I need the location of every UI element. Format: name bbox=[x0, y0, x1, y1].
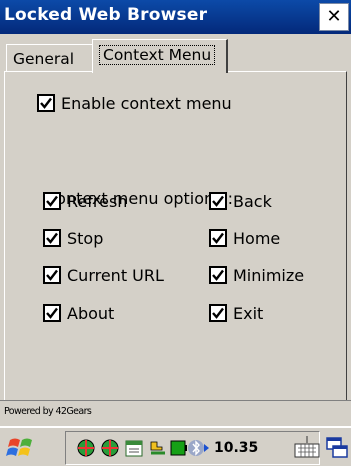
clock-text[interactable]: 10.35 bbox=[214, 440, 258, 456]
check-icon bbox=[46, 307, 58, 319]
current-url-checkbox[interactable]: Current URL bbox=[43, 264, 164, 286]
exit-checkbox[interactable]: Exit bbox=[209, 302, 263, 324]
tab-context-menu[interactable]: Context Menu bbox=[92, 39, 228, 73]
tab-panel bbox=[4, 71, 347, 428]
check-icon bbox=[212, 269, 224, 281]
system-tray: 10.35 bbox=[65, 431, 320, 465]
start-icon[interactable] bbox=[2, 431, 42, 465]
back-label: Back bbox=[233, 191, 272, 211]
title-bar: Locked Web Browser ✕ bbox=[0, 0, 351, 34]
keyboard-icon[interactable] bbox=[293, 434, 321, 460]
window-title: Locked Web Browser bbox=[4, 5, 208, 25]
refresh-checkbox[interactable]: Refresh bbox=[43, 190, 127, 212]
checkbox-box[interactable] bbox=[209, 304, 227, 322]
close-button[interactable]: ✕ bbox=[319, 3, 349, 31]
stop-label: Stop bbox=[67, 228, 104, 248]
tab-context-menu-label: Context Menu bbox=[99, 45, 216, 65]
current-url-label: Current URL bbox=[67, 265, 164, 285]
home-label: Home bbox=[233, 228, 281, 248]
powered-by-text: Powered by 42Gears bbox=[4, 406, 92, 417]
windows-icon[interactable] bbox=[325, 434, 349, 460]
tab-general[interactable]: General bbox=[6, 44, 93, 71]
check-icon bbox=[212, 307, 224, 319]
minimize-checkbox[interactable]: Minimize bbox=[209, 264, 304, 286]
check-icon bbox=[40, 97, 52, 109]
tab-general-label: General bbox=[13, 50, 75, 68]
stop-checkbox[interactable]: Stop bbox=[43, 227, 103, 249]
network-icon[interactable] bbox=[76, 438, 96, 458]
check-icon bbox=[46, 269, 58, 281]
checkbox-box[interactable] bbox=[43, 304, 61, 322]
about-label: About bbox=[67, 303, 115, 323]
calendar-icon[interactable] bbox=[124, 438, 144, 458]
minimize-label: Minimize bbox=[233, 265, 305, 285]
check-icon bbox=[212, 232, 224, 244]
checkbox-box[interactable] bbox=[209, 229, 227, 247]
checkbox-box[interactable] bbox=[43, 192, 61, 210]
power-icon[interactable] bbox=[148, 438, 168, 458]
about-checkbox[interactable]: About bbox=[43, 302, 114, 324]
check-icon bbox=[212, 195, 224, 207]
taskbar: 10.35 bbox=[0, 426, 351, 466]
enable-context-menu-checkbox[interactable]: Enable context menu bbox=[37, 92, 232, 114]
check-icon bbox=[46, 232, 58, 244]
arrow-icon[interactable] bbox=[202, 438, 212, 458]
network-icon-2[interactable] bbox=[100, 438, 120, 458]
checkbox-box[interactable] bbox=[209, 266, 227, 284]
checkbox-box[interactable] bbox=[43, 266, 61, 284]
enable-context-menu-label: Enable context menu bbox=[61, 93, 232, 113]
back-checkbox[interactable]: Back bbox=[209, 190, 272, 212]
powered-by-bar: Powered by 42Gears bbox=[0, 400, 351, 426]
client-area: General Context Menu Enable context menu… bbox=[0, 34, 351, 430]
checkbox-box[interactable] bbox=[209, 192, 227, 210]
exit-label: Exit bbox=[233, 303, 264, 323]
checkbox-box[interactable] bbox=[37, 94, 55, 112]
check-icon bbox=[46, 195, 58, 207]
checkbox-box[interactable] bbox=[43, 229, 61, 247]
home-checkbox[interactable]: Home bbox=[209, 227, 280, 249]
refresh-label: Refresh bbox=[67, 191, 128, 211]
